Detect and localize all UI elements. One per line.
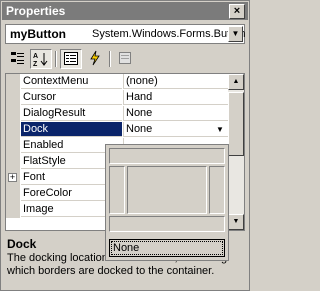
row-gutter: [6, 106, 20, 122]
toolbar-separator: [109, 51, 111, 67]
alphabetical-icon: AZ: [33, 53, 48, 68]
row-gutter: [6, 154, 20, 170]
properties-toolbar: AZ: [5, 47, 245, 71]
chevron-down-icon: ▼: [216, 125, 224, 134]
property-pages-icon: [119, 52, 131, 64]
alphabetical-button[interactable]: AZ: [30, 49, 52, 69]
close-icon: ×: [233, 5, 241, 17]
object-selector[interactable]: myButton System.Windows.Forms.Button ▼: [5, 24, 245, 44]
svg-text:Z: Z: [33, 61, 38, 67]
focus-rectangle: [111, 241, 223, 255]
property-name: ContextMenu: [21, 74, 122, 89]
row-gutter: [6, 186, 20, 202]
row-gutter: [6, 122, 20, 138]
property-row-contextmenu[interactable]: ContextMenu (none): [6, 74, 228, 90]
row-gutter: [6, 74, 20, 90]
row-gutter: [6, 90, 20, 106]
chevron-down-icon: ▼: [231, 29, 240, 38]
property-value[interactable]: Hand: [123, 90, 228, 105]
svg-text:A: A: [33, 53, 38, 60]
description-title: Dock: [7, 237, 37, 251]
property-name: DialogResult: [21, 106, 122, 121]
chevron-up-icon: ▲: [232, 78, 240, 85]
dock-none-button[interactable]: None: [109, 239, 225, 257]
property-name: Dock: [21, 122, 122, 137]
properties-button[interactable]: [60, 49, 82, 69]
close-button[interactable]: ×: [229, 4, 245, 19]
dock-dropdown-button[interactable]: ▼: [212, 123, 228, 137]
window-title: Properties: [6, 4, 66, 18]
dock-editor-popup: None: [105, 144, 229, 261]
expand-icon[interactable]: +: [8, 173, 17, 182]
properties-window: Properties × myButton System.Windows.For…: [0, 0, 250, 291]
dock-right-button[interactable]: [209, 166, 225, 214]
dock-fill-button[interactable]: [127, 166, 207, 214]
object-selector-dropdown[interactable]: ▼: [228, 26, 243, 42]
property-pages-button[interactable]: [114, 49, 136, 69]
dock-bottom-button[interactable]: [109, 216, 225, 232]
title-bar: Properties ×: [2, 2, 248, 20]
events-icon: [90, 50, 100, 66]
object-name: myButton: [10, 27, 66, 41]
categorized-button[interactable]: [7, 49, 29, 69]
scroll-down-button[interactable]: ▼: [228, 214, 244, 230]
dock-top-button[interactable]: [109, 148, 225, 164]
dock-left-button[interactable]: [109, 166, 125, 214]
row-gutter: [6, 202, 20, 218]
object-type: System.Windows.Forms.Button: [92, 28, 246, 40]
properties-icon: [64, 52, 78, 65]
property-name: Cursor: [21, 90, 122, 105]
property-row-dialogresult[interactable]: DialogResult None: [6, 106, 228, 122]
categorized-icon: [11, 52, 24, 64]
chevron-down-icon: ▼: [232, 218, 240, 225]
property-row-dock[interactable]: Dock None: [6, 122, 228, 138]
scroll-thumb[interactable]: [228, 92, 244, 156]
property-value[interactable]: (none): [123, 74, 228, 89]
events-button[interactable]: [84, 49, 106, 69]
property-value[interactable]: None: [123, 106, 228, 121]
scroll-up-button[interactable]: ▲: [228, 74, 244, 90]
property-row-cursor[interactable]: Cursor Hand: [6, 90, 228, 106]
row-gutter: +: [6, 170, 20, 186]
toolbar-separator: [55, 51, 57, 67]
row-gutter: [6, 138, 20, 154]
vertical-scrollbar[interactable]: ▲ ▼: [228, 74, 244, 230]
